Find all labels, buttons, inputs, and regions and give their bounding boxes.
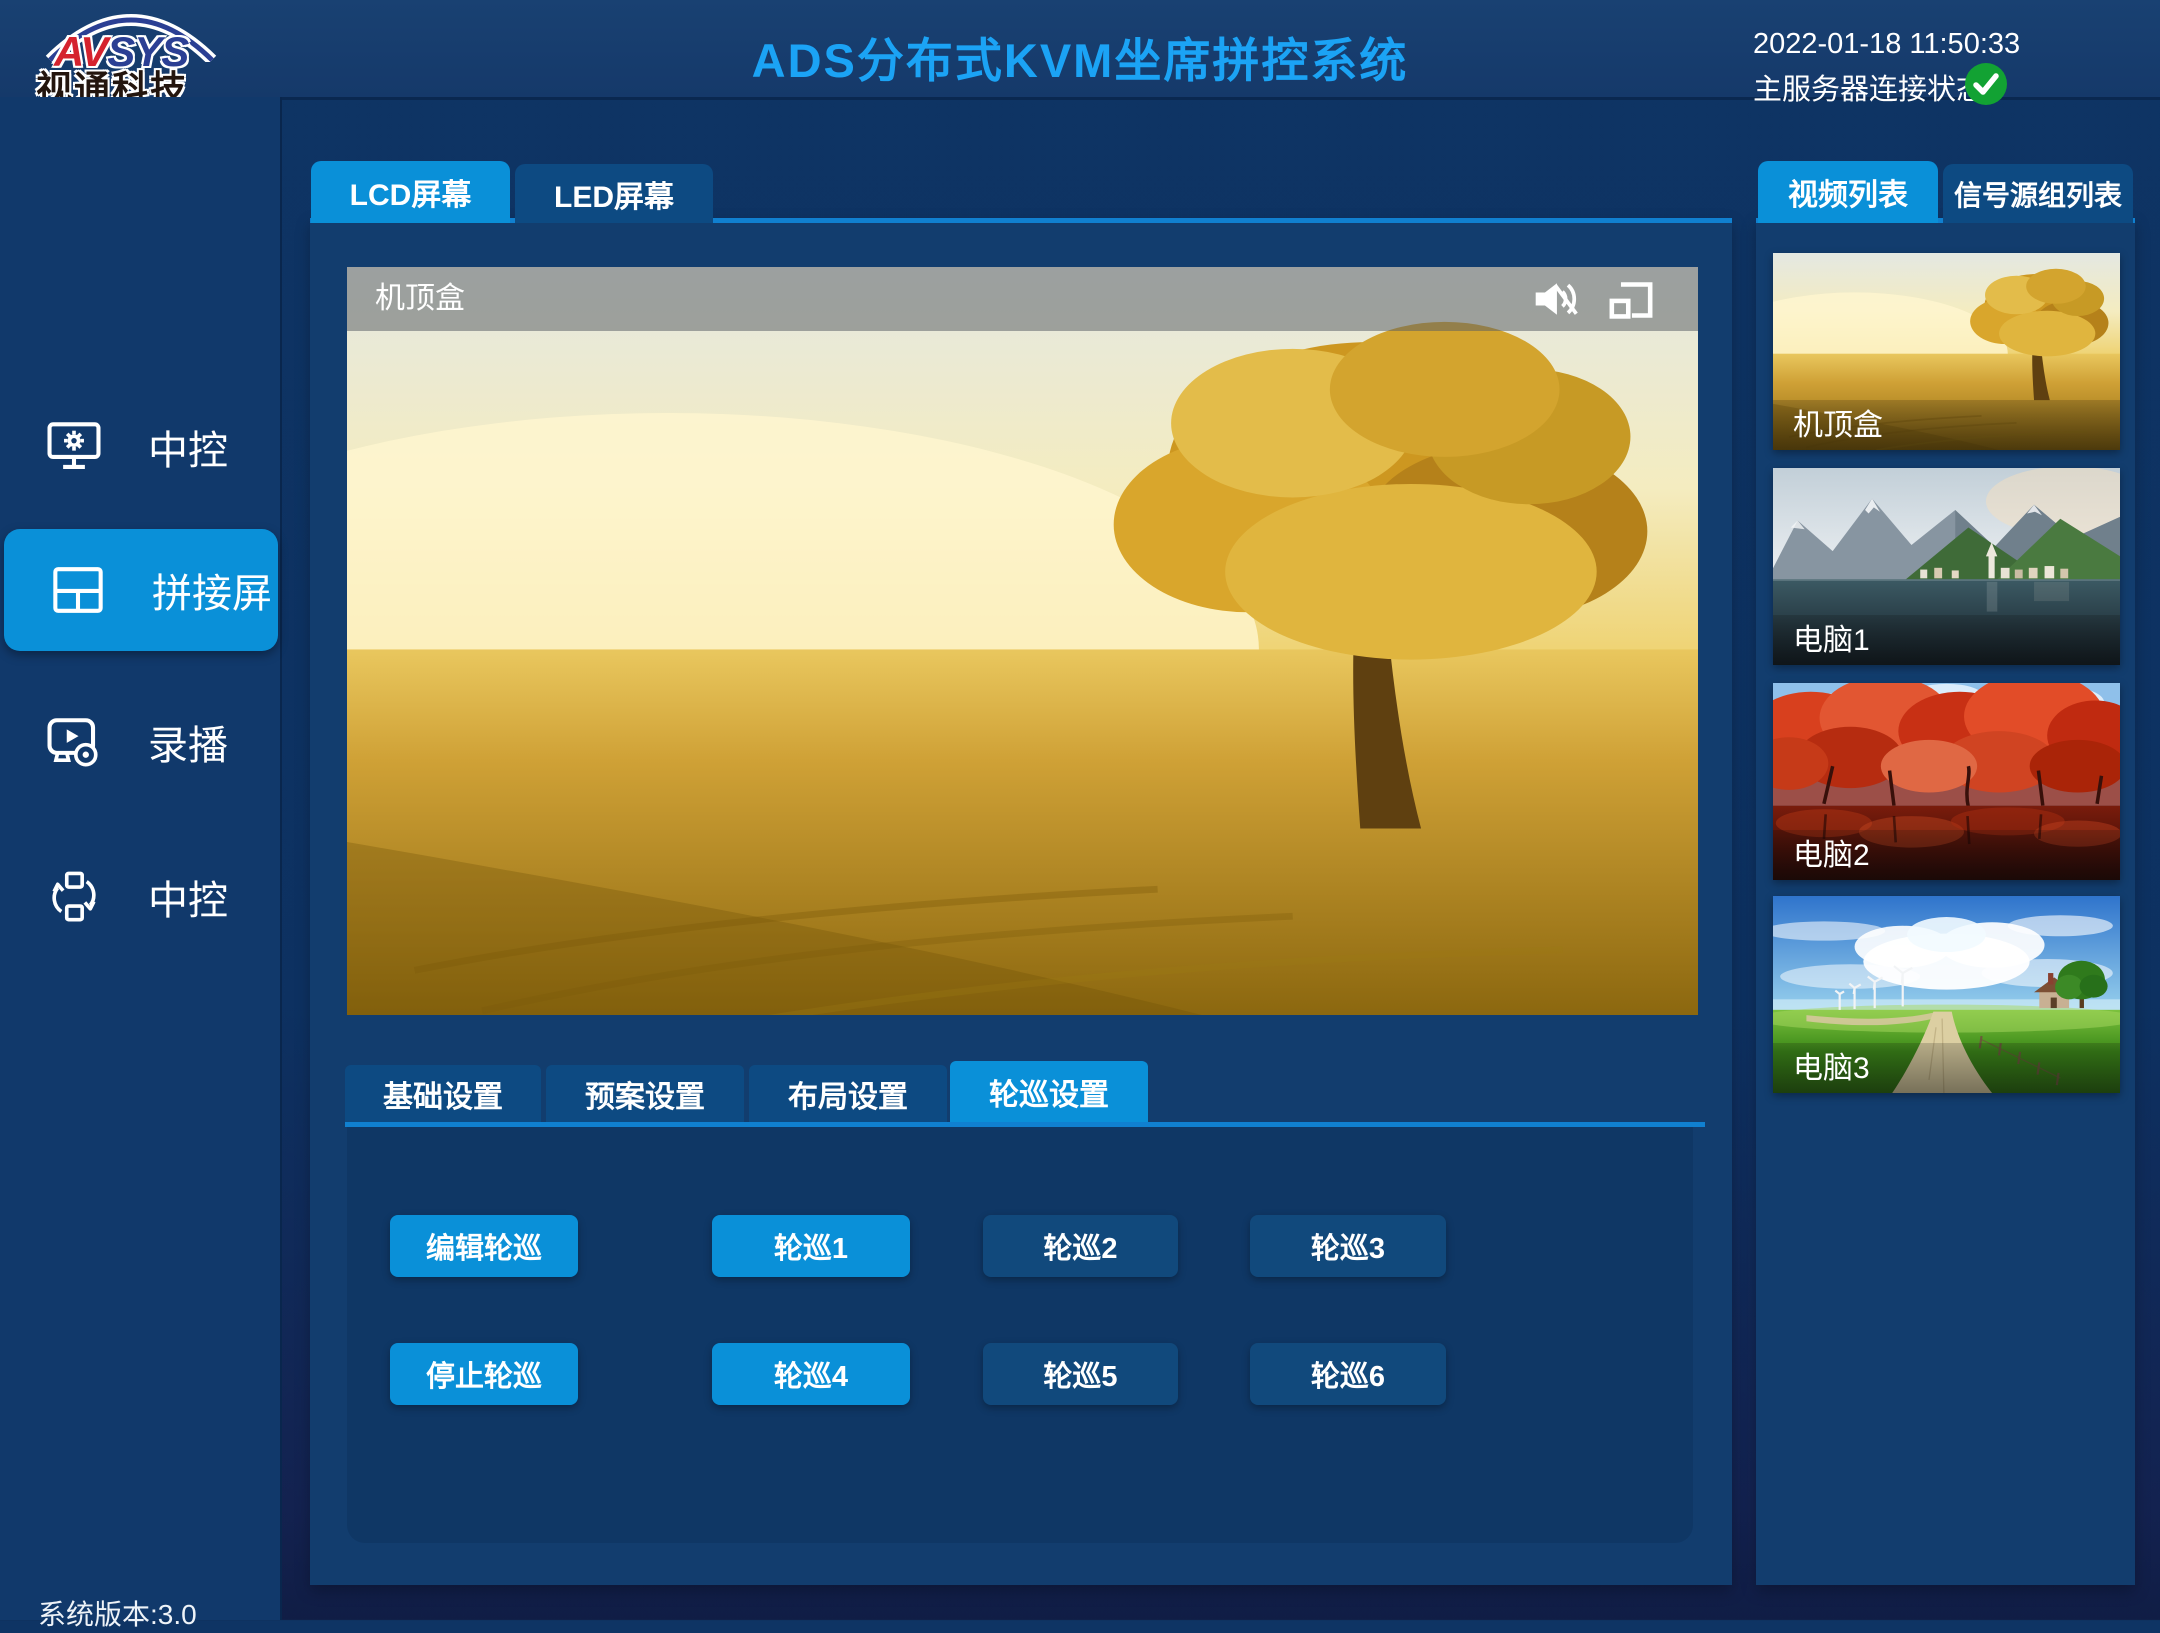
sidebar-item-label: 中控: [148, 868, 228, 926]
sidebar: 中控 拼接屏 录播: [0, 97, 282, 1620]
thumb-label: 电脑2: [1793, 830, 1870, 874]
sidebar-item-label: 拼接屏: [152, 561, 272, 619]
patrol-6-button[interactable]: 轮巡6: [1250, 1343, 1446, 1405]
split-screen-icon: [49, 561, 107, 619]
tab-preset-settings[interactable]: 预案设置: [546, 1065, 744, 1122]
sidebar-item-label: 录播: [148, 713, 228, 771]
sidebar-item-label: 中控: [148, 418, 228, 476]
tab-signal-source-list[interactable]: 信号源组列表: [1943, 164, 2133, 223]
preview-scene-golden-field: [347, 267, 1698, 1015]
preview-header-bar: 机顶盒: [347, 267, 1698, 331]
tab-basic-settings[interactable]: 基础设置: [345, 1065, 541, 1122]
patrol-3-button[interactable]: 轮巡3: [1250, 1215, 1446, 1277]
patrol-settings-panel: 编辑轮巡 轮巡1 轮巡2 轮巡3 停止轮巡 轮巡4 轮巡5 轮巡6: [347, 1127, 1693, 1543]
monitor-gear-icon: [45, 418, 103, 476]
tab-layout-settings[interactable]: 布局设置: [749, 1065, 947, 1122]
server-status-label: 主服务器连接状态:: [1753, 66, 1993, 108]
tab-led-screen[interactable]: LED屏幕: [515, 164, 713, 223]
app-window: AVSYS 视通科技 ADS分布式KVM坐席拼控系统 2022-01-18 11…: [0, 0, 2160, 1620]
stop-patrol-button[interactable]: 停止轮巡: [390, 1343, 578, 1405]
sidebar-item-zhongkong-1[interactable]: 中控: [0, 405, 280, 489]
patrol-4-button[interactable]: 轮巡4: [712, 1343, 910, 1405]
sidebar-item-zhongkong-2[interactable]: 中控: [0, 855, 280, 939]
right-panel: 视频列表 信号源组列表 机顶盒 电脑1 电脑2 电脑3: [1756, 161, 2135, 1585]
patrol-5-button[interactable]: 轮巡5: [983, 1343, 1178, 1405]
patrol-1-button[interactable]: 轮巡1: [712, 1215, 910, 1277]
check-circle-icon: [1964, 62, 2008, 106]
thumb-label: 机顶盒: [1793, 400, 1883, 444]
main-panel: LCD屏幕 LED屏幕 机顶盒 基础设置 预案设置 布局设置 轮巡设置: [310, 161, 1732, 1585]
edit-patrol-button[interactable]: 编辑轮巡: [390, 1215, 578, 1277]
fullscreen-icon[interactable]: [1608, 279, 1654, 321]
video-preview[interactable]: 机顶盒: [347, 267, 1698, 1015]
video-thumb-pc2[interactable]: 电脑2: [1773, 683, 2120, 880]
tab-patrol-settings[interactable]: 轮巡设置: [950, 1061, 1148, 1122]
video-thumb-pc1[interactable]: 电脑1: [1773, 468, 2120, 665]
video-thumb-pc3[interactable]: 电脑3: [1773, 896, 2120, 1093]
thumb-label: 电脑3: [1793, 1043, 1870, 1087]
system-version: 系统版本:3.0: [38, 1593, 197, 1633]
datetime-display: 2022-01-18 11:50:33: [1753, 28, 2020, 61]
sync-devices-icon: [45, 868, 103, 926]
sidebar-item-pinjieping[interactable]: 拼接屏: [4, 529, 278, 651]
tab-video-list[interactable]: 视频列表: [1758, 161, 1938, 223]
record-camera-icon: [45, 713, 103, 771]
preview-source-label: 机顶盒: [375, 267, 465, 331]
tab-lcd-screen[interactable]: LCD屏幕: [311, 161, 510, 223]
sidebar-item-lubo[interactable]: 录播: [0, 700, 280, 784]
video-thumb-settop-box[interactable]: 机顶盒: [1773, 253, 2120, 450]
thumb-label: 电脑1: [1793, 615, 1870, 659]
patrol-2-button[interactable]: 轮巡2: [983, 1215, 1178, 1277]
speaker-muted-icon[interactable]: [1532, 276, 1580, 322]
app-header: AVSYS 视通科技 ADS分布式KVM坐席拼控系统 2022-01-18 11…: [0, 0, 2160, 100]
